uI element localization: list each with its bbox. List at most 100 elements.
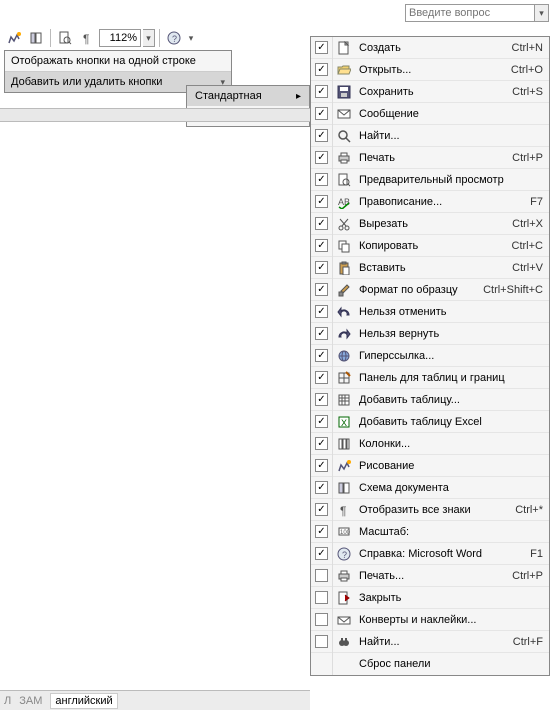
checkbox-cell[interactable] (311, 543, 333, 565)
checkbox[interactable] (315, 151, 328, 164)
checkbox[interactable] (315, 305, 328, 318)
menu-item-save[interactable]: СохранитьCtrl+S (311, 81, 549, 103)
checkbox-cell[interactable] (311, 301, 333, 323)
checkbox[interactable] (315, 217, 328, 230)
checkbox[interactable] (315, 459, 328, 472)
menu-item-table[interactable]: Добавить таблицу... (311, 389, 549, 411)
checkbox[interactable] (315, 41, 328, 54)
toolbar-button[interactable] (4, 28, 24, 48)
checkbox-cell[interactable] (311, 631, 333, 653)
checkbox[interactable] (315, 547, 328, 560)
menu-item-link[interactable]: Гиперссылка... (311, 345, 549, 367)
menu-item-reset[interactable]: Сброс панели (311, 653, 549, 675)
checkbox[interactable] (315, 613, 328, 626)
checkbox-cell[interactable] (311, 609, 333, 631)
checkbox[interactable] (315, 173, 328, 186)
checkbox-cell[interactable] (311, 433, 333, 455)
checkbox[interactable] (315, 415, 328, 428)
checkbox-cell[interactable] (311, 147, 333, 169)
checkbox-cell[interactable] (311, 191, 333, 213)
menu-item-draw[interactable]: Рисование (311, 455, 549, 477)
menu-item-excel[interactable]: Добавить таблицу Excel (311, 411, 549, 433)
help-button[interactable] (164, 28, 184, 48)
toolbar-overflow-button[interactable] (186, 28, 196, 48)
checkbox-cell[interactable] (311, 389, 333, 411)
checkbox-cell[interactable] (311, 323, 333, 345)
menu-item-mail[interactable]: Сообщение (311, 103, 549, 125)
checkbox-cell[interactable] (311, 279, 333, 301)
checkbox-cell[interactable] (311, 213, 333, 235)
status-language[interactable]: английский (50, 693, 117, 709)
checkbox[interactable] (315, 129, 328, 142)
checkbox-cell[interactable] (311, 103, 333, 125)
menu-item-new[interactable]: СоздатьCtrl+N (311, 37, 549, 59)
checkbox-cell[interactable] (311, 653, 333, 675)
checkbox-cell[interactable] (311, 565, 333, 587)
checkbox-cell[interactable] (311, 37, 333, 59)
menu-item-zoom[interactable]: Масштаб: (311, 521, 549, 543)
checkbox[interactable] (315, 107, 328, 120)
checkbox[interactable] (315, 591, 328, 604)
checkbox[interactable] (315, 261, 328, 274)
menu-item-label: Вставить (355, 262, 512, 274)
checkbox-cell[interactable] (311, 499, 333, 521)
checkbox[interactable] (315, 503, 328, 516)
submenu-standard[interactable]: Стандартная (187, 86, 309, 106)
checkbox[interactable] (315, 525, 328, 538)
menu-item-print[interactable]: ПечатьCtrl+P (311, 147, 549, 169)
checkbox-cell[interactable] (311, 59, 333, 81)
help-question-dropdown[interactable] (535, 4, 549, 22)
menu-item-open[interactable]: Открыть...Ctrl+O (311, 59, 549, 81)
menu-item-columns[interactable]: Колонки... (311, 433, 549, 455)
checkbox-cell[interactable] (311, 411, 333, 433)
checkbox[interactable] (315, 239, 328, 252)
checkbox-cell[interactable] (311, 81, 333, 103)
toolbar-button[interactable] (26, 28, 46, 48)
checkbox[interactable] (315, 635, 328, 648)
checkbox-cell[interactable] (311, 235, 333, 257)
checkbox-cell[interactable] (311, 477, 333, 499)
menu-item-preview[interactable]: Предварительный просмотр (311, 169, 549, 191)
checkbox[interactable] (315, 349, 328, 362)
menu-item-envelope[interactable]: Конверты и наклейки... (311, 609, 549, 631)
menu-item-find[interactable]: Найти... (311, 125, 549, 147)
menu-item-redo[interactable]: Нельзя вернуть (311, 323, 549, 345)
toolbar-button[interactable] (55, 28, 75, 48)
menu-item-docmap[interactable]: Схема документа (311, 477, 549, 499)
menu-item-copy[interactable]: КопироватьCtrl+C (311, 235, 549, 257)
checkbox[interactable] (315, 481, 328, 494)
checkbox-cell[interactable] (311, 169, 333, 191)
checkbox[interactable] (315, 283, 328, 296)
menu-item-binoc[interactable]: Найти...Ctrl+F (311, 631, 549, 653)
checkbox-cell[interactable] (311, 125, 333, 147)
checkbox-cell[interactable] (311, 345, 333, 367)
zoom-dropdown[interactable] (143, 29, 155, 47)
menu-item-help[interactable]: Справка: Microsoft WordF1 (311, 543, 549, 565)
checkbox[interactable] (315, 327, 328, 340)
menu-item-cut[interactable]: ВырезатьCtrl+X (311, 213, 549, 235)
menu-item-close[interactable]: Закрыть (311, 587, 549, 609)
checkbox[interactable] (315, 63, 328, 76)
checkbox[interactable] (315, 85, 328, 98)
menu-item-print[interactable]: Печать...Ctrl+P (311, 565, 549, 587)
menu-item-undo[interactable]: Нельзя отменить (311, 301, 549, 323)
checkbox-cell[interactable] (311, 587, 333, 609)
menu-item-tbborder[interactable]: Панель для таблиц и границ (311, 367, 549, 389)
checkbox[interactable] (315, 371, 328, 384)
checkbox-cell[interactable] (311, 455, 333, 477)
checkbox[interactable] (315, 569, 328, 582)
menu-item-paste[interactable]: ВставитьCtrl+V (311, 257, 549, 279)
help-question-input[interactable] (405, 4, 535, 22)
checkbox[interactable] (315, 437, 328, 450)
pilcrow-button[interactable] (77, 28, 97, 48)
checkbox[interactable] (315, 195, 328, 208)
checkbox-cell[interactable] (311, 367, 333, 389)
checkbox-cell[interactable] (311, 257, 333, 279)
checkbox-cell[interactable] (311, 521, 333, 543)
zoom-input[interactable] (99, 29, 141, 47)
menu-item-spell[interactable]: Правописание...F7 (311, 191, 549, 213)
show-buttons-one-row[interactable]: Отображать кнопки на одной строке (5, 51, 231, 72)
checkbox[interactable] (315, 393, 328, 406)
menu-item-brush[interactable]: Формат по образцуCtrl+Shift+C (311, 279, 549, 301)
menu-item-pilcrow[interactable]: Отобразить все знакиCtrl+* (311, 499, 549, 521)
